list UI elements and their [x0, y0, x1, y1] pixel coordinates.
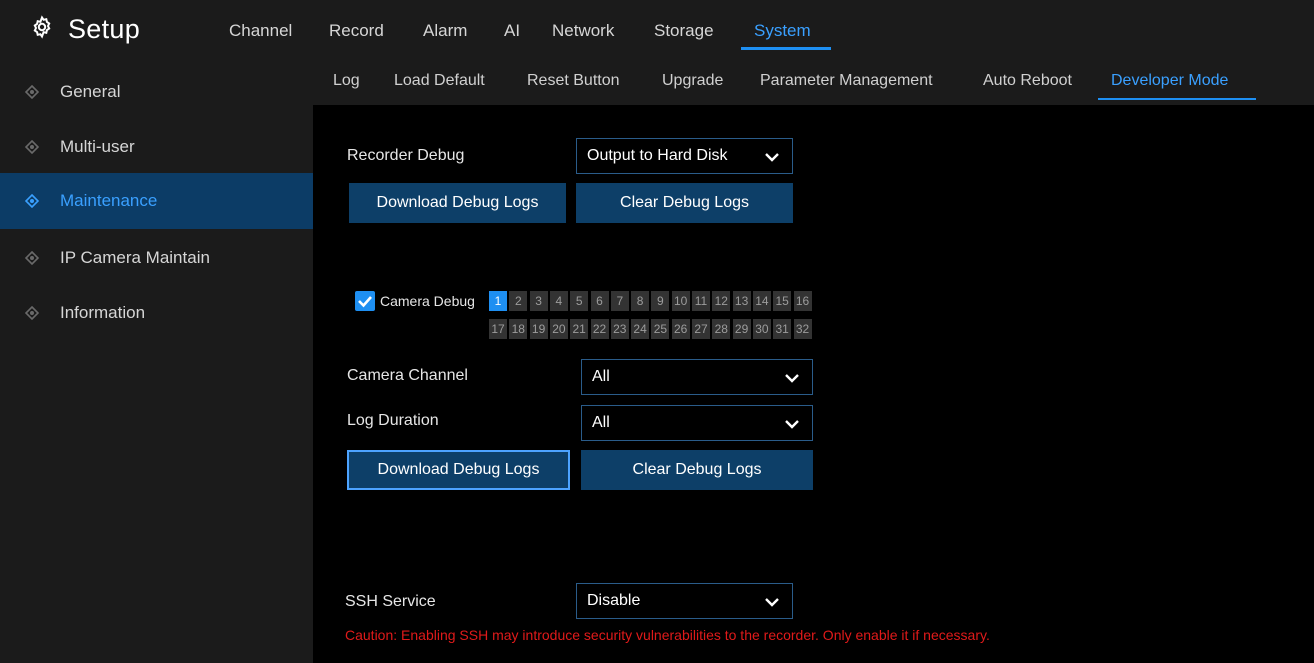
sidebar-item-label: Maintenance [60, 191, 158, 210]
nav-channel[interactable]: Channel [229, 21, 292, 41]
camera-debug-checkbox[interactable] [355, 291, 375, 311]
tab-parameter-management[interactable]: Parameter Management [760, 72, 933, 90]
camera-channel-23[interactable]: 23 [610, 319, 629, 339]
ssh-service-select[interactable]: Disable [576, 583, 793, 619]
camera-channel-16[interactable]: 16 [793, 291, 812, 311]
tab-reset-button[interactable]: Reset Button [527, 72, 620, 90]
sidebar: General Multi-user Maintenance IP Camera… [0, 61, 313, 663]
nav-ai[interactable]: AI [504, 21, 520, 41]
diamond-icon [25, 306, 39, 320]
camera-channel-2[interactable]: 2 [509, 291, 528, 311]
camera-channel-22[interactable]: 22 [590, 319, 609, 339]
ssh-service-label: SSH Service [345, 593, 436, 610]
app-brand: Setup [30, 14, 140, 45]
tab-upgrade[interactable]: Upgrade [662, 72, 723, 90]
recorder-clear-logs-button[interactable]: Clear Debug Logs [576, 183, 793, 223]
camera-channel-5[interactable]: 5 [570, 291, 589, 311]
nav-alarm[interactable]: Alarm [423, 21, 467, 41]
tab-active-underline [1098, 98, 1256, 100]
top-bar: Setup Channel Record Alarm AI Network St… [0, 0, 1314, 61]
nav-record[interactable]: Record [329, 21, 384, 41]
camera-clear-logs-button[interactable]: Clear Debug Logs [581, 450, 813, 490]
ssh-caution-text: Caution: Enabling SSH may introduce secu… [345, 627, 990, 643]
camera-channel-14[interactable]: 14 [752, 291, 771, 311]
recorder-debug-label: Recorder Debug [347, 147, 465, 164]
app-title: Setup [68, 14, 141, 44]
tab-log[interactable]: Log [333, 72, 360, 90]
nav-network[interactable]: Network [552, 21, 614, 41]
camera-channel-15[interactable]: 15 [773, 291, 792, 311]
camera-channel-18[interactable]: 18 [509, 319, 528, 339]
nav-storage[interactable]: Storage [654, 21, 714, 41]
camera-channel-26[interactable]: 26 [671, 319, 690, 339]
sidebar-item-label: IP Camera Maintain [60, 248, 210, 267]
camera-channel-4[interactable]: 4 [549, 291, 568, 311]
sidebar-item-label: General [60, 82, 121, 101]
log-duration-label: Log Duration [347, 412, 439, 429]
nav-active-underline [741, 47, 831, 50]
camera-channel-27[interactable]: 27 [692, 319, 710, 339]
camera-channel-8[interactable]: 8 [631, 291, 650, 311]
gear-icon [30, 15, 54, 44]
tab-developer-mode[interactable]: Developer Mode [1111, 72, 1228, 90]
recorder-download-logs-button[interactable]: Download Debug Logs [349, 183, 566, 223]
recorder-debug-select[interactable]: Output to Hard Disk [576, 138, 793, 174]
camera-download-logs-button[interactable]: Download Debug Logs [347, 450, 570, 490]
camera-channel-25[interactable]: 25 [651, 319, 670, 339]
camera-channel-24[interactable]: 24 [631, 319, 650, 339]
nav-system[interactable]: System [754, 21, 811, 41]
tab-load-default[interactable]: Load Default [394, 72, 485, 90]
camera-channel-12[interactable]: 12 [712, 291, 731, 311]
log-duration-select[interactable]: All [581, 405, 813, 441]
camera-channel-20[interactable]: 20 [549, 319, 568, 339]
camera-channel-9[interactable]: 9 [651, 291, 670, 311]
camera-channel-17[interactable]: 17 [489, 319, 507, 339]
checkmark-icon [358, 296, 372, 308]
camera-channel-select[interactable]: All [581, 359, 813, 395]
camera-channel-6[interactable]: 6 [590, 291, 609, 311]
chevron-down-icon [765, 598, 779, 607]
sidebar-item-information[interactable]: Information [0, 285, 313, 341]
camera-debug-label: Camera Debug [380, 293, 475, 309]
chevron-down-icon [785, 374, 799, 383]
tab-auto-reboot[interactable]: Auto Reboot [983, 72, 1072, 90]
camera-channel-31[interactable]: 31 [773, 319, 792, 339]
camera-channel-21[interactable]: 21 [570, 319, 589, 339]
camera-channel-3[interactable]: 3 [529, 291, 548, 311]
camera-channel-label: Camera Channel [347, 367, 468, 384]
camera-channel-10[interactable]: 10 [671, 291, 690, 311]
sidebar-item-general[interactable]: General [0, 64, 313, 120]
sidebar-item-label: Multi-user [60, 137, 135, 156]
camera-channel-11[interactable]: 11 [692, 291, 710, 311]
sub-tabs: Log Load Default Reset Button Upgrade Pa… [313, 61, 1314, 105]
sidebar-item-ip-camera-maintain[interactable]: IP Camera Maintain [0, 230, 313, 286]
chevron-down-icon [765, 153, 779, 162]
camera-channel-29[interactable]: 29 [732, 319, 751, 339]
diamond-icon [25, 194, 39, 208]
camera-channel-19[interactable]: 19 [529, 319, 548, 339]
log-duration-value: All [592, 414, 610, 431]
sidebar-item-label: Information [60, 303, 146, 322]
camera-channel-28[interactable]: 28 [712, 319, 731, 339]
sidebar-item-multi-user[interactable]: Multi-user [0, 119, 313, 175]
camera-channel-1[interactable]: 1 [489, 291, 507, 311]
chevron-down-icon [785, 420, 799, 429]
camera-channel-7[interactable]: 7 [610, 291, 629, 311]
sidebar-item-maintenance[interactable]: Maintenance [0, 173, 313, 229]
diamond-icon [25, 85, 39, 99]
diamond-icon [25, 251, 39, 265]
diamond-icon [25, 140, 39, 154]
ssh-service-value: Disable [587, 592, 641, 609]
camera-channel-32[interactable]: 32 [793, 319, 812, 339]
recorder-debug-value: Output to Hard Disk [587, 147, 728, 164]
camera-channel-value: All [592, 368, 610, 385]
camera-channel-30[interactable]: 30 [752, 319, 771, 339]
camera-channel-13[interactable]: 13 [732, 291, 751, 311]
